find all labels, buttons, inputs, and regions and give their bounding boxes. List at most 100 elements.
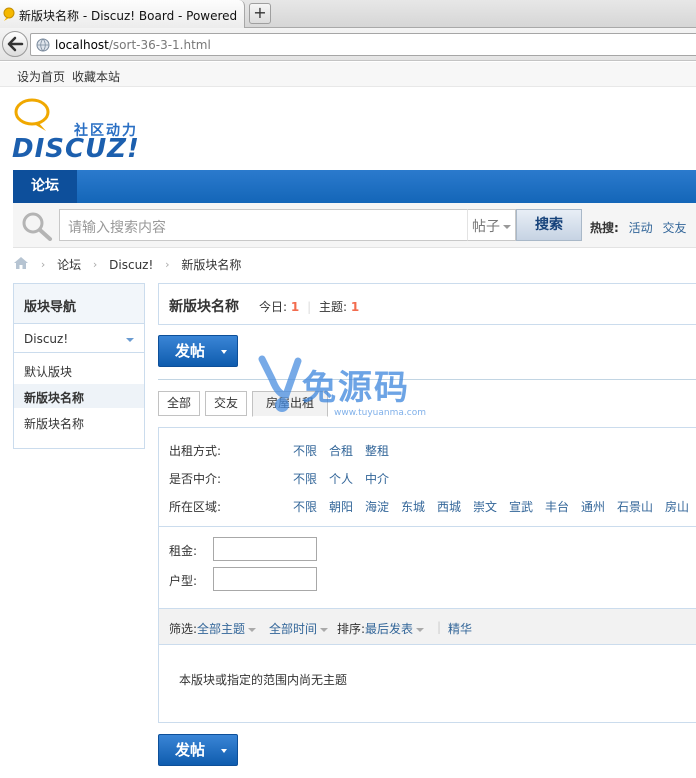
hot-link-activity[interactable]: 活动: [629, 221, 653, 235]
today-label: 今日:: [259, 300, 288, 314]
new-post-label: 发帖: [175, 741, 206, 759]
search-type-select[interactable]: 帖子: [467, 209, 516, 241]
browser-nav-bar: localhost/sort-36-3-1.html: [0, 28, 696, 61]
rent-opt-whole[interactable]: 整租: [365, 442, 389, 459]
hot-label: 热搜:: [590, 221, 619, 235]
logo-brand: DISCUZ!: [12, 134, 140, 164]
area-opt-xuanwu[interactable]: 宣武: [509, 498, 533, 515]
discuz-logo[interactable]: 社区动力 DISCUZ!: [12, 98, 152, 164]
main-nav: 论坛: [13, 170, 696, 203]
tab-dating[interactable]: 交友: [205, 391, 247, 416]
empty-message: 本版块或指定的范围内尚无主题: [179, 673, 348, 687]
sidebar-group-discuz[interactable]: Discuz!: [14, 325, 144, 353]
tab-house-rent[interactable]: 房屋出租: [252, 391, 328, 417]
rent-type-label: 出租方式:: [169, 444, 222, 458]
threads-label: 主题:: [318, 300, 347, 314]
globe-icon: [36, 38, 50, 52]
site-topbar: 设为首页 收藏本站: [0, 62, 696, 87]
bookmark-link[interactable]: 收藏本站: [72, 68, 120, 85]
divider: [158, 379, 696, 380]
sidebar-item-new[interactable]: 新版块名称: [14, 410, 144, 434]
url-host: localhost: [55, 38, 109, 52]
agent-opt-any[interactable]: 不限: [293, 470, 317, 487]
breadcrumb-separator-icon: ›: [92, 258, 98, 271]
back-button[interactable]: [2, 31, 28, 57]
filter-divider: [159, 526, 696, 527]
area-opt-xicheng[interactable]: 西城: [437, 498, 461, 515]
area-opt-chongwen[interactable]: 崇文: [473, 498, 497, 515]
breadcrumb-forum[interactable]: 论坛: [57, 256, 81, 273]
url-path: /sort-36-3-1.html: [108, 38, 211, 52]
search-bar: 请输入搜索内容 帖子 搜索 热搜: 活动 交友 d: [13, 203, 696, 248]
area-opt-dongcheng[interactable]: 东城: [401, 498, 425, 515]
forum-title[interactable]: 新版块名称: [169, 296, 239, 316]
breadcrumb: › 论坛 › Discuz! › 新版块名称: [13, 256, 241, 276]
new-post-button-bottom[interactable]: 发帖: [158, 734, 238, 766]
chevron-down-icon: [221, 350, 227, 354]
chevron-down-icon: [503, 225, 511, 229]
search-input[interactable]: 请输入搜索内容: [59, 209, 468, 241]
chevron-down-icon: [416, 627, 425, 632]
nav-forum-tab[interactable]: 论坛: [13, 170, 77, 203]
search-icon: [22, 212, 52, 241]
rent-opt-shared[interactable]: 合租: [329, 442, 353, 459]
filter-time[interactable]: 全部时间: [269, 620, 329, 637]
chevron-down-icon: [320, 627, 329, 632]
digest-filter[interactable]: 精华: [448, 620, 472, 637]
filter-topics[interactable]: 筛选:全部主题: [169, 620, 257, 637]
set-homepage-link[interactable]: 设为首页: [17, 68, 65, 85]
sidebar-item-default[interactable]: 默认版块: [14, 358, 144, 382]
breadcrumb-discuz[interactable]: Discuz!: [109, 258, 153, 272]
forum-header: 新版块名称 今日: 1 | 主题: 1: [158, 283, 696, 325]
breadcrumb-separator-icon: ›: [165, 258, 170, 271]
last-post-link[interactable]: 最后发表: [365, 622, 413, 636]
room-type-input[interactable]: [213, 567, 317, 591]
area-label: 所在区域:: [169, 500, 222, 514]
area-opt-shijingshan[interactable]: 石景山: [617, 498, 653, 515]
threads-count: 1: [350, 300, 360, 314]
room-type-label: 户型:: [169, 574, 198, 588]
home-icon[interactable]: [13, 256, 29, 273]
discuz-favicon-icon: [3, 7, 15, 21]
search-type-label: 帖子: [472, 219, 500, 235]
new-post-button[interactable]: 发帖: [158, 335, 238, 367]
all-topics-link[interactable]: 全部主题: [197, 622, 245, 636]
area-opt-chaoyang[interactable]: 朝阳: [329, 498, 353, 515]
digest-link[interactable]: 精华: [448, 622, 472, 636]
url-text: localhost/sort-36-3-1.html: [55, 38, 211, 52]
tab-all[interactable]: 全部: [158, 391, 200, 416]
all-time-link[interactable]: 全部时间: [269, 622, 317, 636]
breadcrumb-separator-icon: ›: [40, 258, 46, 271]
chevron-down-icon: [221, 749, 227, 753]
address-bar[interactable]: localhost/sort-36-3-1.html: [30, 33, 696, 56]
new-post-label: 发帖: [175, 342, 206, 360]
watermark-url: www.tuyuanma.com: [334, 408, 426, 418]
area-opt-haidian[interactable]: 海淀: [365, 498, 389, 515]
agent-opt-agency[interactable]: 中介: [365, 470, 389, 487]
search-button[interactable]: 搜索: [516, 209, 582, 241]
back-arrow-icon: [7, 36, 24, 52]
sidebar-item-current[interactable]: 新版块名称: [14, 384, 144, 408]
forum-sidebar: 版块导航 Discuz! 默认版块 新版块名称 新版块名称: [13, 283, 145, 449]
today-count: 1: [290, 300, 300, 314]
sidebar-title: 版块导航: [14, 284, 144, 324]
sort-label: 排序:: [337, 622, 366, 636]
hot-searches: 热搜: 活动 交友 d: [590, 219, 696, 236]
area-opt-fangshan[interactable]: 房山: [665, 498, 689, 515]
price-input[interactable]: [213, 537, 317, 561]
area-opt-fengtai[interactable]: 丰台: [545, 498, 569, 515]
rent-opt-any[interactable]: 不限: [293, 442, 317, 459]
chevron-down-icon: [126, 338, 134, 342]
hot-link-dating[interactable]: 交友: [662, 221, 686, 235]
new-tab-button[interactable]: +: [249, 3, 271, 24]
browser-tab[interactable]: 新版块名称 - Discuz! Board - Powered ...: [0, 0, 245, 28]
area-opt-tongzhou[interactable]: 通州: [581, 498, 605, 515]
breadcrumb-current[interactable]: 新版块名称: [181, 256, 241, 273]
sidebar-group-label: Discuz!: [24, 332, 69, 346]
sort-order[interactable]: 排序:最后发表: [337, 620, 425, 637]
agent-opt-personal[interactable]: 个人: [329, 470, 353, 487]
filter-label: 筛选:: [169, 622, 198, 636]
stat-divider: |: [307, 300, 312, 314]
forum-stats: 今日: 1 | 主题: 1: [259, 298, 359, 315]
area-opt-any[interactable]: 不限: [293, 498, 317, 515]
